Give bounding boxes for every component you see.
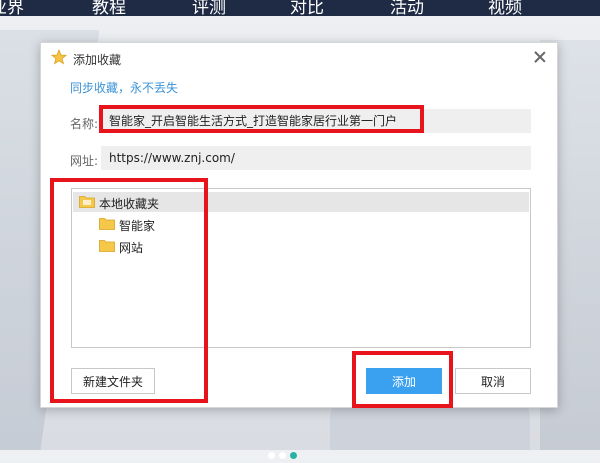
nav-item[interactable]: 业界 xyxy=(0,0,24,16)
name-input[interactable]: 智能家_开启智能生活方式_打造智能家居行业第一门户 xyxy=(101,109,531,133)
url-label: 网址: xyxy=(70,154,99,168)
dialog-title-bar[interactable]: 添加收藏 xyxy=(41,43,557,73)
folder-tree[interactable]: 本地收藏夹 智能家 网站 xyxy=(71,188,531,348)
background-site-nav: 业界 教程 评测 对比 活动 视频 xyxy=(0,0,600,16)
star-icon xyxy=(51,49,67,65)
add-button[interactable]: 添加 xyxy=(366,368,442,394)
nav-item[interactable]: 视频 xyxy=(488,0,522,16)
nav-item[interactable]: 评测 xyxy=(192,0,226,16)
nav-item[interactable]: 活动 xyxy=(390,0,424,16)
tree-item-label: 本地收藏夹 xyxy=(99,197,160,211)
folder-icon xyxy=(99,218,115,230)
carousel-dot[interactable] xyxy=(279,452,286,459)
close-icon[interactable] xyxy=(531,48,549,66)
carousel-dot[interactable] xyxy=(268,452,275,459)
tree-item-label: 网站 xyxy=(119,241,144,255)
nav-item[interactable]: 教程 xyxy=(92,0,126,16)
sync-hint-link[interactable]: 同步收藏，永不丢失 xyxy=(70,79,178,96)
carousel-dots[interactable] xyxy=(268,444,301,463)
cancel-button[interactable]: 取消 xyxy=(455,368,531,394)
nav-item[interactable]: 对比 xyxy=(290,0,324,16)
carousel-dot-active[interactable] xyxy=(290,452,297,459)
folder-icon xyxy=(79,196,95,208)
new-folder-button[interactable]: 新建文件夹 xyxy=(71,368,155,394)
folder-icon xyxy=(99,240,115,252)
tree-item-label: 智能家 xyxy=(119,219,156,233)
tree-item-zhinengjia[interactable]: 智能家 xyxy=(73,214,529,234)
tree-item-wangzhan[interactable]: 网站 xyxy=(73,236,529,256)
url-input[interactable]: https://www.znj.com/ xyxy=(101,146,531,170)
dialog-title: 添加收藏 xyxy=(73,53,122,67)
add-bookmark-dialog: 添加收藏 同步收藏，永不丢失 名称: 智能家_开启智能生活方式_打造智能家居行业… xyxy=(40,42,558,408)
name-label: 名称: xyxy=(70,117,99,131)
tree-item-local-bookmarks[interactable]: 本地收藏夹 xyxy=(73,192,529,212)
